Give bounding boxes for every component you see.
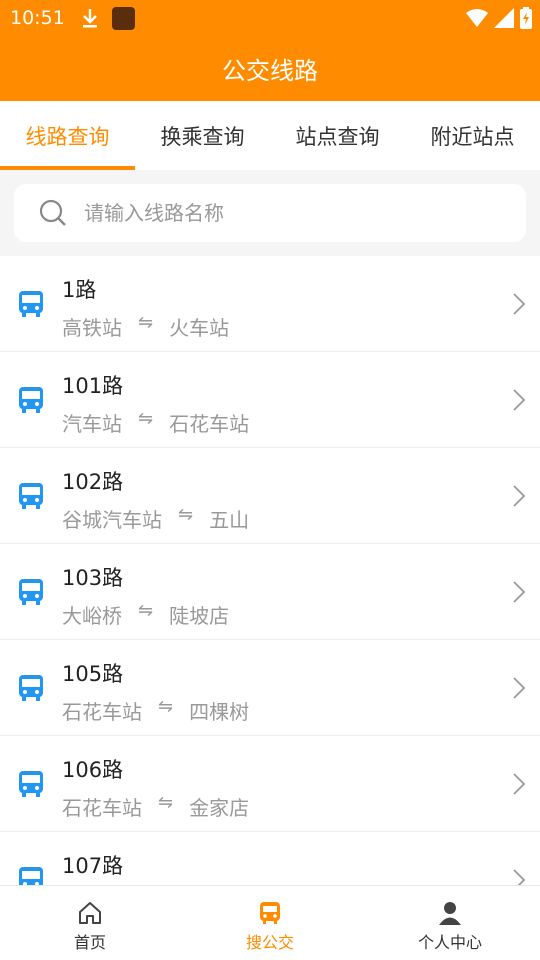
route-name: 101路 [62,374,124,398]
user-icon [439,902,461,925]
chevron-right-icon [513,869,526,885]
route-name: 105路 [62,662,124,686]
route-stops: 谷城汽车站 ⇋ 五山 [62,504,249,533]
route-direction-arrow: ⇋ [158,696,174,717]
tab-stop-query[interactable]: 站点查询 [270,101,405,170]
bus-icon [19,387,43,413]
title-bar: 公交线路 [0,36,540,101]
nav-profile[interactable]: 个人中心 [360,886,540,960]
route-start: 谷城汽车站 [62,508,162,532]
nav-profile-label: 个人中心 [417,933,482,952]
tab-transfer-query[interactable]: 换乘查询 [135,101,270,170]
bottom-nav: 首页 搜公交 个人中心 [0,885,540,960]
nav-home-label: 首页 [73,933,106,952]
route-name: 107路 [62,854,124,878]
route-start: 石花车站 [62,700,142,724]
chevron-right-icon [513,677,526,699]
bus-icon [19,771,43,797]
route-end: 五山 [209,508,250,532]
route-row[interactable]: 101路 汽车站 ⇋ 石花车站 [0,352,540,448]
route-stops: 高铁站 ⇋ 火车站 [62,312,229,341]
chevron-right-icon [513,581,526,603]
home-icon [79,902,101,924]
status-time: 10:51 [10,7,65,29]
bus-icon [260,902,280,924]
wifi-icon [466,9,488,27]
search-box[interactable] [14,184,526,242]
download-icon [83,9,97,28]
tab-nearby-stops[interactable]: 附近站点 [405,101,540,170]
route-stops: 石花车站 ⇋ 四棵树 [62,696,249,725]
chevron-right-icon [513,293,526,315]
bus-icon [19,675,43,701]
route-name: 103路 [62,566,124,590]
page-title: 公交线路 [222,57,318,85]
chevron-right-icon [513,485,526,507]
battery-icon [520,7,532,29]
route-row[interactable]: 1路 高铁站 ⇋ 火车站 [0,256,540,352]
route-stops: 石花车站 ⇋ 金家店 [62,792,249,821]
app-notification-icon [112,7,135,30]
route-direction-arrow: ⇋ [158,792,174,813]
nav-search-bus[interactable]: 搜公交 [180,886,360,960]
route-start: 汽车站 [62,412,122,436]
tab-bar: 线路查询 换乘查询 站点查询 附近站点 [0,101,540,170]
status-bar: 10:51 [0,0,540,36]
route-direction-arrow: ⇋ [138,312,154,333]
route-end: 石花车站 [169,412,250,436]
route-end: 火车站 [169,316,230,340]
route-row[interactable]: 105路 石花车站 ⇋ 四棵树 [0,640,540,736]
bus-icon [19,483,43,509]
signal-icon [494,8,514,28]
route-start: 高铁站 [62,316,122,340]
route-row[interactable]: 107路 [0,832,540,885]
route-name: 106路 [62,758,124,782]
tab-route-query[interactable]: 线路查询 [0,101,135,170]
route-end: 陡坡店 [169,604,230,628]
route-name: 1路 [62,278,97,302]
nav-home[interactable]: 首页 [0,886,180,960]
route-row[interactable]: 102路 谷城汽车站 ⇋ 五山 [0,448,540,544]
search-input[interactable] [84,201,484,225]
route-stops: 大峪桥 ⇋ 陡坡店 [62,600,229,629]
route-direction-arrow: ⇋ [178,504,194,525]
bus-icon [19,291,43,317]
route-stops: 汽车站 ⇋ 石花车站 [62,408,249,437]
route-direction-arrow: ⇋ [138,600,154,621]
chevron-right-icon [513,773,526,795]
bus-icon [19,579,43,605]
route-start: 石花车站 [62,796,142,820]
chevron-right-icon [513,389,526,411]
route-name: 102路 [62,470,124,494]
route-end: 金家店 [189,796,250,820]
route-row[interactable]: 103路 大峪桥 ⇋ 陡坡店 [0,544,540,640]
bus-icon [19,867,43,885]
route-row[interactable]: 106路 石花车站 ⇋ 金家店 [0,736,540,832]
search-icon [39,199,66,226]
search-area [0,170,540,256]
route-end: 四棵树 [189,700,250,724]
route-direction-arrow: ⇋ [138,408,154,429]
route-list: 1路 高铁站 ⇋ 火车站 101路 汽车站 ⇋ 石花车站 102路 谷城汽车站 … [0,256,540,885]
route-start: 大峪桥 [62,604,122,628]
nav-search-bus-label: 搜公交 [245,933,294,952]
